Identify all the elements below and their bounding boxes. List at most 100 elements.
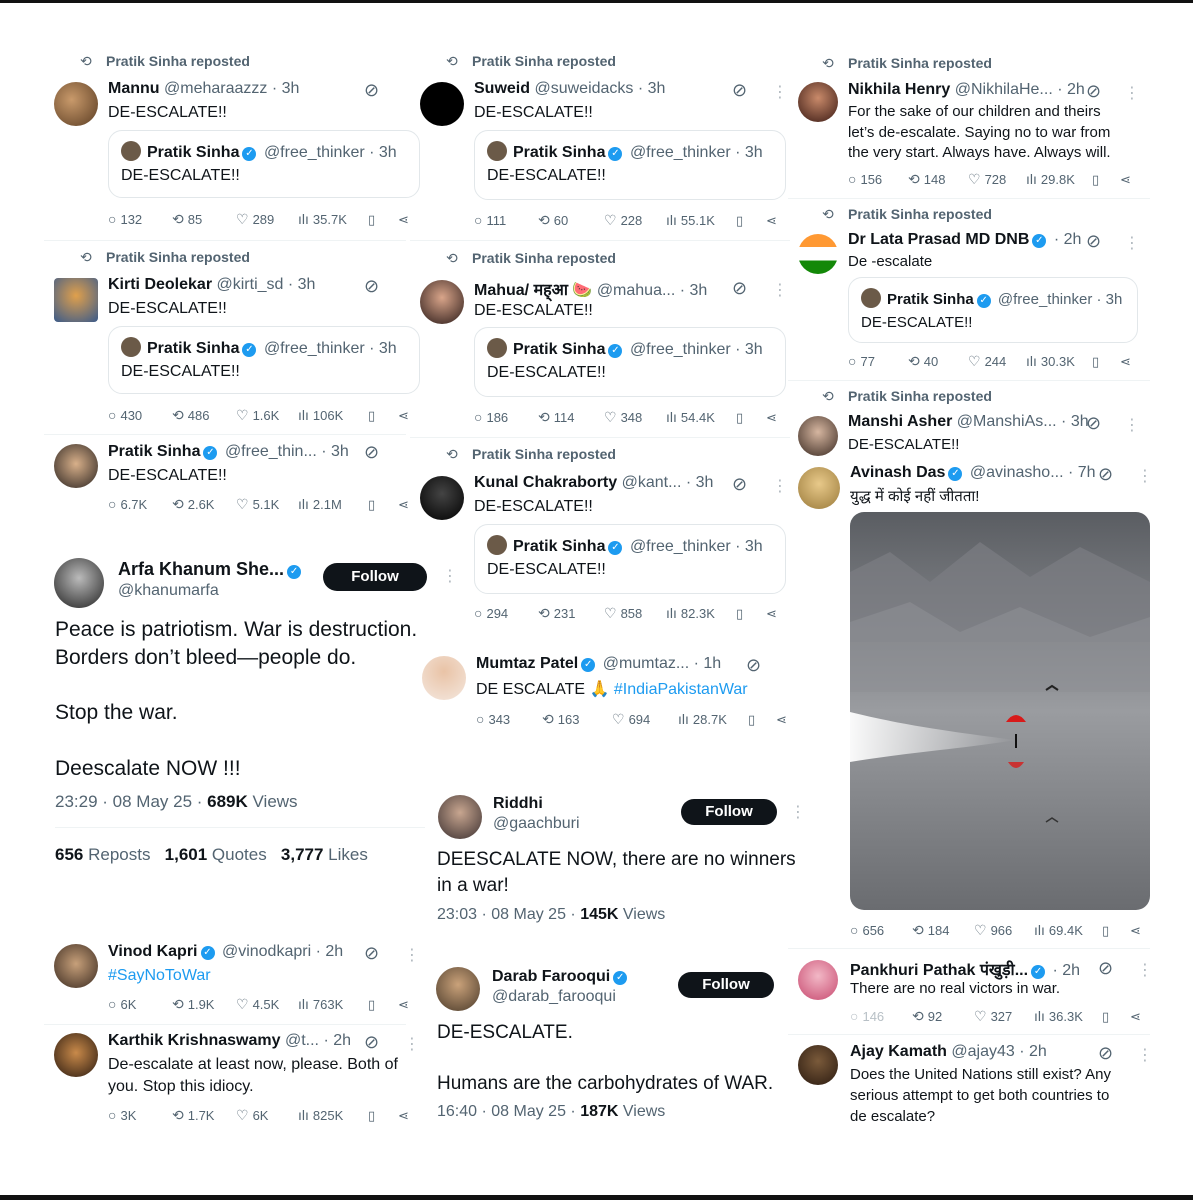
reply-button[interactable]: ○ 6K: [108, 996, 172, 1012]
share-icon[interactable]: ⋖: [398, 997, 409, 1013]
like-button[interactable]: ♡ 348: [604, 409, 666, 426]
author-handle[interactable]: @t... · 2h: [285, 1032, 351, 1049]
bookmark-icon[interactable]: ▯: [1102, 1009, 1130, 1025]
reply-button[interactable]: ○ 294: [474, 605, 538, 621]
share-icon[interactable]: ⋖: [398, 497, 409, 513]
like-button[interactable]: ♡ 228: [604, 212, 666, 229]
author-handle[interactable]: @mahua... · 3h: [597, 282, 708, 299]
avatar[interactable]: [798, 82, 838, 122]
follow-button[interactable]: Follow: [681, 799, 777, 825]
avatar[interactable]: [420, 82, 464, 126]
avatar[interactable]: [798, 416, 838, 456]
repost-button[interactable]: ⟲ 148: [908, 171, 968, 188]
quoted-tweet[interactable]: Pratik Sinha ✓ @free_thinker · 3h DE-ESCA…: [474, 524, 786, 594]
avatar[interactable]: [54, 944, 98, 988]
likes-link[interactable]: 3,777 Likes: [281, 845, 368, 864]
views-button[interactable]: ılı 82.3K: [666, 605, 736, 621]
follow-button[interactable]: Follow: [678, 972, 774, 998]
repost-button[interactable]: ⟲ 1.9K: [172, 996, 236, 1013]
more-icon[interactable]: ⋮: [1124, 83, 1140, 103]
author-name[interactable]: Mahua/ मह्‌आ 🍉: [474, 282, 592, 299]
avatar[interactable]: [54, 558, 104, 608]
author-handle[interactable]: · 2h: [1053, 962, 1081, 979]
author-name[interactable]: Kirti Deolekar: [108, 276, 212, 293]
views-button[interactable]: ılı 29.8K: [1026, 171, 1092, 187]
hashtag-link[interactable]: #SayNoToWar: [108, 965, 211, 986]
share-icon[interactable]: ⋖: [398, 408, 409, 424]
grok-icon[interactable]: ⊘: [1098, 958, 1113, 979]
grok-icon[interactable]: ⊘: [732, 80, 747, 101]
more-icon[interactable]: ⋮: [772, 280, 788, 300]
author-name[interactable]: Dr Lata Prasad MD DNB: [848, 231, 1029, 248]
repost-button[interactable]: ⟲ 40: [908, 353, 968, 370]
reply-button[interactable]: ○ 111: [474, 212, 538, 228]
share-icon[interactable]: ⋖: [766, 213, 777, 229]
more-icon[interactable]: ⋮: [772, 476, 788, 496]
reply-button[interactable]: ○ 343: [476, 711, 542, 727]
share-icon[interactable]: ⋖: [766, 410, 777, 426]
reply-button[interactable]: ○ 146: [850, 1008, 912, 1024]
like-button[interactable]: ♡ 6K: [236, 1107, 298, 1124]
author-handle[interactable]: · 2h: [1054, 231, 1082, 248]
author-handle[interactable]: @khanumarfa: [118, 582, 219, 600]
repost-button[interactable]: ⟲ 231: [538, 605, 604, 622]
bookmark-icon[interactable]: ▯: [368, 997, 398, 1013]
author-handle[interactable]: @darab_farooqui: [492, 988, 616, 1006]
author-name[interactable]: Riddhi: [493, 795, 543, 813]
share-icon[interactable]: ⋖: [1120, 172, 1131, 188]
avatar[interactable]: [420, 476, 464, 520]
like-button[interactable]: ♡ 289: [236, 211, 298, 228]
grok-icon[interactable]: ⊘: [1098, 464, 1113, 485]
grok-icon[interactable]: ⊘: [364, 943, 379, 964]
like-button[interactable]: ♡ 327: [974, 1008, 1034, 1025]
share-icon[interactable]: ⋖: [398, 1108, 409, 1124]
bookmark-icon[interactable]: ▯: [368, 497, 398, 513]
repost-button[interactable]: ⟲ 60: [538, 212, 604, 229]
avatar[interactable]: [798, 467, 840, 509]
bookmark-icon[interactable]: ▯: [1092, 172, 1120, 188]
bookmark-icon[interactable]: ▯: [368, 212, 398, 228]
more-icon[interactable]: ⋮: [1124, 415, 1140, 435]
grok-icon[interactable]: ⊘: [1086, 81, 1101, 102]
views-button[interactable]: ılı 763K: [298, 996, 368, 1012]
share-icon[interactable]: ⋖: [1130, 1009, 1141, 1025]
reply-button[interactable]: ○ 77: [848, 353, 908, 369]
grok-icon[interactable]: ⊘: [364, 442, 379, 463]
author-handle[interactable]: @NikhilaHe... · 2h: [955, 81, 1085, 98]
quoted-tweet[interactable]: Pratik Sinha ✓ @free_thinker · 3h DE-ESCA…: [848, 277, 1138, 343]
reply-button[interactable]: ○ 186: [474, 409, 538, 425]
views-button[interactable]: ılı 54.4K: [666, 409, 736, 425]
share-icon[interactable]: ⋖: [398, 212, 409, 228]
share-icon[interactable]: ⋖: [776, 712, 787, 728]
bookmark-icon[interactable]: ▯: [736, 606, 766, 622]
grok-icon[interactable]: ⊘: [1098, 1043, 1113, 1064]
grok-icon[interactable]: ⊘: [364, 80, 379, 101]
reply-button[interactable]: ○ 132: [108, 211, 172, 227]
author-name[interactable]: Arfa Khanum She... ✓: [118, 559, 304, 580]
bookmark-icon[interactable]: ▯: [368, 408, 398, 424]
views-button[interactable]: ılı 825K: [298, 1107, 368, 1123]
like-button[interactable]: ♡ 244: [968, 353, 1026, 370]
views-button[interactable]: ılı 106K: [298, 407, 368, 423]
repost-button[interactable]: ⟲ 114: [538, 409, 604, 426]
like-button[interactable]: ♡ 5.1K: [236, 496, 298, 513]
bookmark-icon[interactable]: ▯: [1092, 354, 1120, 370]
author-name[interactable]: Mumtaz Patel: [476, 655, 578, 672]
author-handle[interactable]: @meharaazzz · 3h: [164, 80, 299, 97]
more-icon[interactable]: ⋮: [772, 82, 788, 102]
author-handle[interactable]: @vinodkapri · 2h: [222, 943, 343, 960]
author-name[interactable]: Manshi Asher: [848, 413, 952, 430]
share-icon[interactable]: ⋖: [1120, 354, 1131, 370]
avatar[interactable]: [54, 82, 98, 126]
author-handle[interactable]: @avinasho... · 7h: [970, 464, 1096, 481]
repost-button[interactable]: ⟲ 184: [912, 922, 974, 939]
bookmark-icon[interactable]: ▯: [736, 213, 766, 229]
reply-button[interactable]: ○ 156: [848, 171, 908, 187]
bookmark-icon[interactable]: ▯: [748, 712, 776, 728]
author-handle[interactable]: @suweidacks · 3h: [534, 80, 665, 97]
author-handle[interactable]: @ajay43 · 2h: [951, 1043, 1046, 1060]
tweet-image[interactable]: [850, 512, 1150, 910]
author-handle[interactable]: @gaachburi: [493, 815, 580, 833]
author-name[interactable]: Kunal Chakraborty: [474, 474, 617, 491]
avatar[interactable]: [54, 278, 98, 322]
